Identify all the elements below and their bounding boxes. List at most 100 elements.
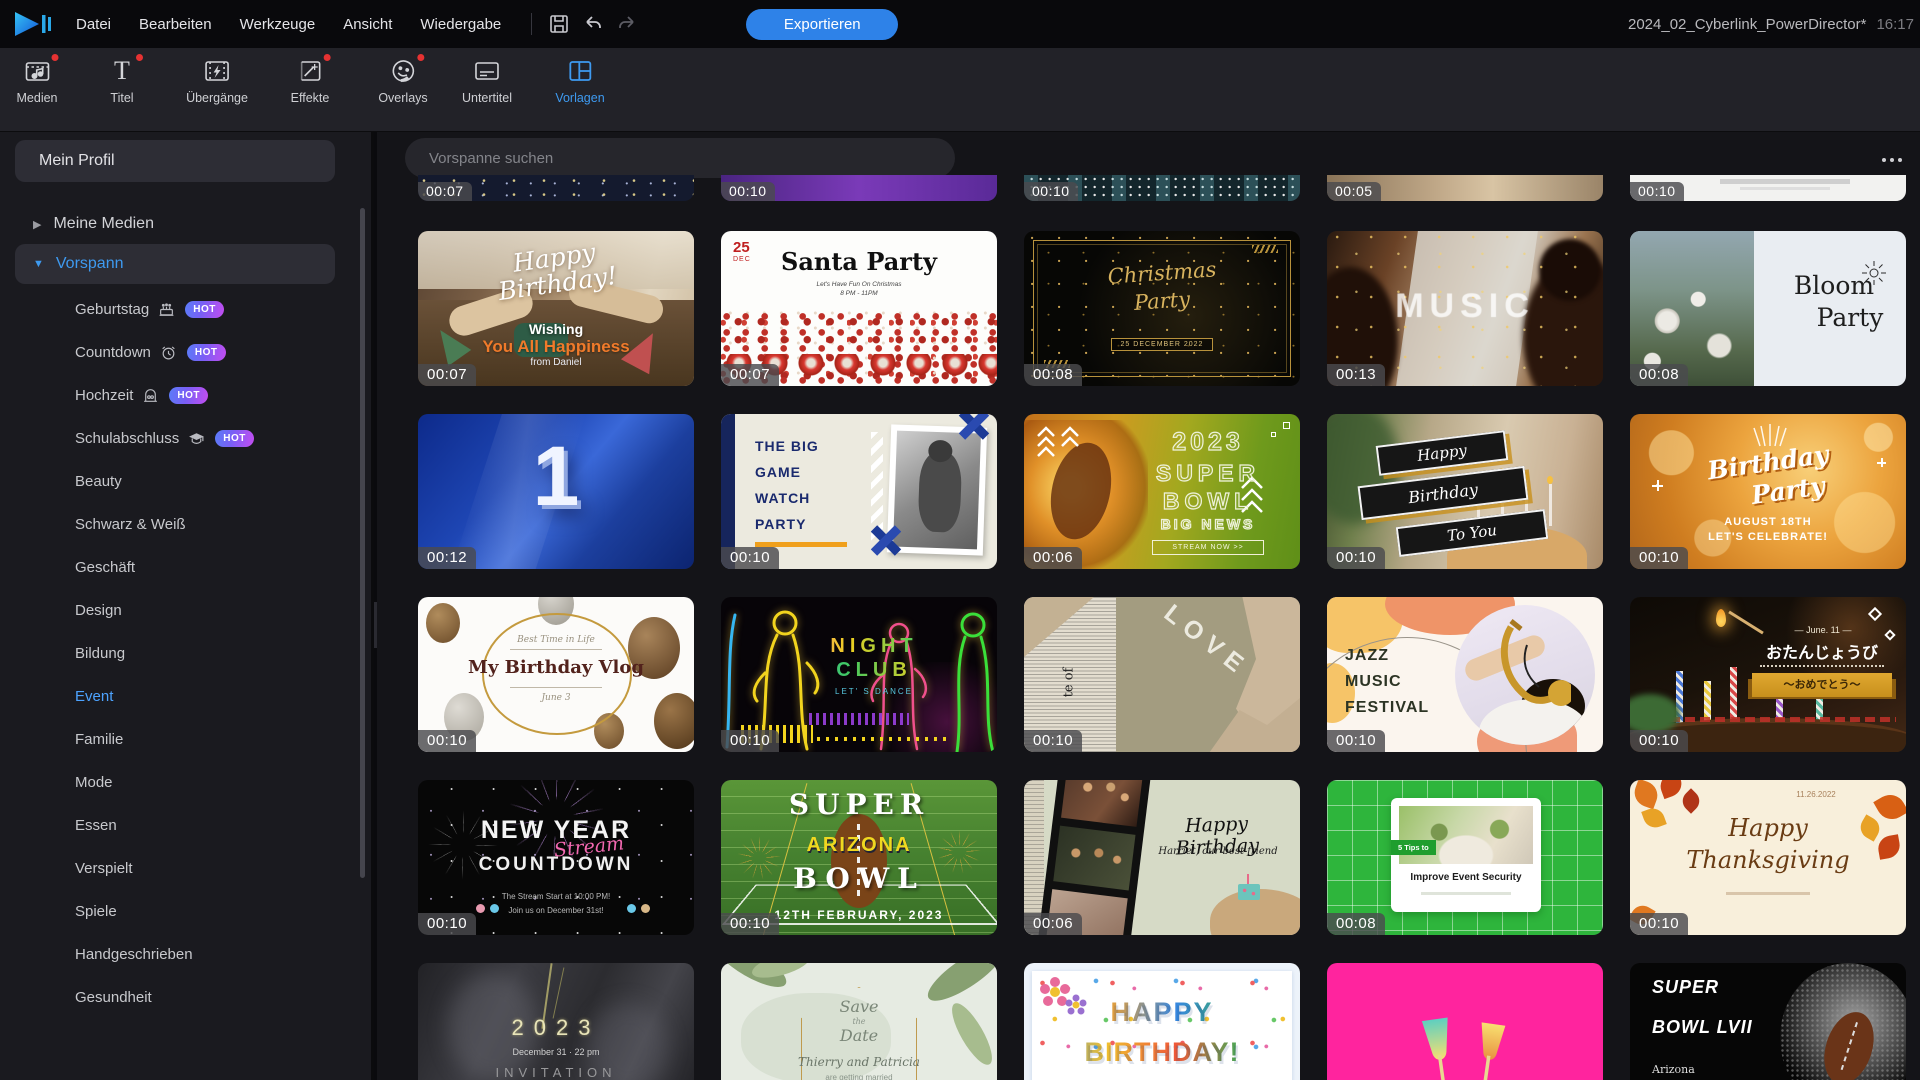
template-thumbnail[interactable]: 00:10	[1024, 175, 1300, 201]
thumb-title: PARTY	[755, 516, 806, 532]
template-save-the-date[interactable]: Save the Date Thierry and Patricia are g…	[721, 963, 997, 1080]
template-jazz-festival[interactable]: JAZZ MUSIC FESTIVAL 00:10	[1327, 597, 1603, 752]
sidebar-item-schwarz-weiss[interactable]: Schwarz & Weiß	[75, 503, 186, 546]
export-button[interactable]: Exportieren	[746, 9, 898, 40]
title-icon: T	[107, 56, 137, 86]
thumb-title: CLUB	[751, 659, 997, 682]
tab-medien[interactable]: Medien	[17, 56, 58, 105]
template-love-collage[interactable]: te of LOVE 00:10	[1024, 597, 1300, 752]
thumb-title: 2023	[1124, 428, 1292, 457]
sidebar-item-verspielt[interactable]: Verspielt	[75, 847, 133, 890]
template-countdown-one[interactable]: 1 00:12	[418, 414, 694, 569]
template-new-year-countdown[interactable]: NEW YEAR Stream COUNTDOWN The Stream Sta…	[418, 780, 694, 935]
subtitles-icon	[472, 56, 502, 86]
sidebar-item-handgeschrieben[interactable]: Handgeschrieben	[75, 933, 193, 976]
template-invitation-2023[interactable]: 2023 December 31 · 22 pm INVITATION	[418, 963, 694, 1080]
template-thumbnail[interactable]: 00:05	[1327, 175, 1603, 201]
template-otanjoubi[interactable]: — June. 11 — おたんじょうび 〜おめでとう〜 00:10	[1630, 597, 1906, 752]
leaf	[1631, 780, 1662, 809]
sidebar-item-beauty[interactable]: Beauty	[75, 460, 122, 503]
template-birthday-party-gold[interactable]: Birthday Party AUGUST 18TH LET'S CELEBRA…	[1630, 414, 1906, 569]
newsprint-text: te of	[1061, 668, 1076, 698]
menu-ansicht[interactable]: Ansicht	[343, 16, 392, 33]
template-happy-birthday-3d[interactable]: HAPPY BIRTHDAY!	[1024, 963, 1300, 1080]
sidebar-item-meine-medien[interactable]: ▶ Meine Medien	[15, 204, 335, 244]
search-input[interactable]	[405, 138, 955, 178]
thumb-title: FESTIVAL	[1345, 699, 1429, 717]
template-event-security[interactable]: 5 Tips to Improve Event Security 00:08	[1327, 780, 1603, 935]
template-music-party[interactable]: MUSIC 00:13	[1327, 231, 1603, 386]
template-bloom-party[interactable]: Bloom Party 00:08	[1630, 231, 1906, 386]
sidebar-item-design[interactable]: Design	[75, 589, 122, 632]
sidebar-item-event[interactable]: Event	[75, 675, 113, 718]
duration-badge: 00:06	[1024, 547, 1082, 569]
more-options-icon[interactable]	[1875, 150, 1909, 170]
sidebar-item-essen[interactable]: Essen	[75, 804, 117, 847]
duration-badge: 00:10	[1024, 182, 1078, 201]
template-big-game[interactable]: THE BIG GAME WATCH PARTY 00:10	[721, 414, 997, 569]
duration-badge: 00:07	[418, 182, 472, 201]
sidebar-item-vorspann[interactable]: ▼ Vorspann	[15, 244, 335, 284]
tab-overlays[interactable]: Overlays	[378, 56, 427, 105]
sidebar-item-spiele[interactable]: Spiele	[75, 890, 117, 933]
tab-titel[interactable]: T Titel	[107, 56, 137, 105]
menu-datei[interactable]: Datei	[76, 16, 111, 33]
template-super-bowl-lvii[interactable]: SUPER BOWL LVII Arizona	[1630, 963, 1906, 1080]
redo-icon[interactable]	[616, 13, 638, 35]
template-thumbnail[interactable]: 00:10	[721, 175, 997, 201]
sidebar-item-familie[interactable]: Familie	[75, 718, 123, 761]
template-pink-champagne[interactable]	[1327, 963, 1603, 1080]
menu-bearbeiten[interactable]: Bearbeiten	[139, 16, 212, 33]
art-layer	[510, 649, 602, 650]
sidebar-item-geschaeft[interactable]: Geschäft	[75, 546, 135, 589]
save-icon[interactable]	[548, 13, 570, 35]
template-night-club[interactable]: NIGHT CLUB LET' S DANCE 00:10	[721, 597, 997, 752]
template-happy-birthday-to-you[interactable]: Happy Birthday To You 00:10	[1327, 414, 1603, 569]
template-super-bowl-news[interactable]: 2023 SUPER BOWL BIG NEWS STREAM NOW >> 0…	[1024, 414, 1300, 569]
art-layer	[1252, 245, 1278, 253]
notification-dot	[136, 54, 143, 61]
notification-dot	[51, 54, 58, 61]
thumb-title: Save	[721, 997, 997, 1016]
sidebar-item-schulabschluss[interactable]: Schulabschluss HOT	[75, 417, 254, 460]
template-thumbnail[interactable]: 00:07	[418, 175, 694, 201]
duration-badge: 00:10	[1024, 730, 1082, 752]
sidebar-scrollbar[interactable]	[360, 208, 365, 878]
duration-badge: 00:10	[1630, 547, 1688, 569]
category-label: Design	[75, 602, 122, 619]
tab-label: Übergänge	[186, 91, 248, 105]
sidebar-item-countdown[interactable]: Countdown HOT	[75, 331, 226, 374]
flame	[1716, 609, 1726, 627]
template-santa-party[interactable]: 25 DEC Santa Party Let's Have Fun On Chr…	[721, 231, 997, 386]
cake-icon	[158, 301, 175, 318]
sidebar-item-geburtstag[interactable]: Geburtstag HOT	[75, 288, 224, 331]
undo-icon[interactable]	[582, 13, 604, 35]
menu-werkzeuge[interactable]: Werkzeuge	[240, 16, 316, 33]
category-label: Essen	[75, 817, 117, 834]
tab-vorlagen[interactable]: Vorlagen	[555, 56, 604, 105]
template-my-birthday-vlog[interactable]: Best Time in Life My Birthday Vlog June …	[418, 597, 694, 752]
template-thumbnail[interactable]: 00:10	[1630, 175, 1906, 201]
template-thanksgiving[interactable]: 11.26.2022 Happy Thanksgiving 00:10	[1630, 780, 1906, 935]
profile-button[interactable]: Mein Profil	[15, 140, 335, 182]
sidebar-item-gesundheit[interactable]: Gesundheit	[75, 976, 152, 1019]
card-photo	[1399, 806, 1533, 864]
dots	[627, 904, 636, 913]
thumb-subtitle: Let's Have Fun On Christmas	[721, 281, 997, 288]
room-toolbar: Medien T Titel Übergänge Effekte Overlay…	[0, 48, 1920, 132]
thumb-title: BIRTHDAY!	[1024, 1037, 1300, 1068]
category-label: Hochzeit	[75, 387, 133, 404]
sidebar-item-mode[interactable]: Mode	[75, 761, 113, 804]
tab-uebergaenge[interactable]: Übergänge	[186, 56, 248, 105]
tab-effekte[interactable]: Effekte	[291, 56, 330, 105]
tab-untertitel[interactable]: Untertitel	[462, 56, 512, 105]
template-christmas-party[interactable]: Christmas Party 25 DECEMBER 2022 00:08	[1024, 231, 1300, 386]
menu-wiedergabe[interactable]: Wiedergabe	[420, 16, 501, 33]
thumb-subtitle: June 3	[418, 693, 694, 703]
template-birthday-couch[interactable]: HappyBirthday! Wishing You All Happiness…	[418, 231, 694, 386]
sidebar-item-hochzeit[interactable]: Hochzeit HOT	[75, 374, 208, 417]
sidebar: Mein Profil ▶ Meine Medien ▼ Vorspann Ge…	[0, 132, 374, 1080]
template-super-arizona-bowl[interactable]: SUPER ARIZONA BOWL 12TH FEBRUARY, 2023 0…	[721, 780, 997, 935]
sidebar-item-bildung[interactable]: Bildung	[75, 632, 125, 675]
template-harriet-birthday[interactable]: Happy Birthday Harriet, our best friend …	[1024, 780, 1300, 935]
